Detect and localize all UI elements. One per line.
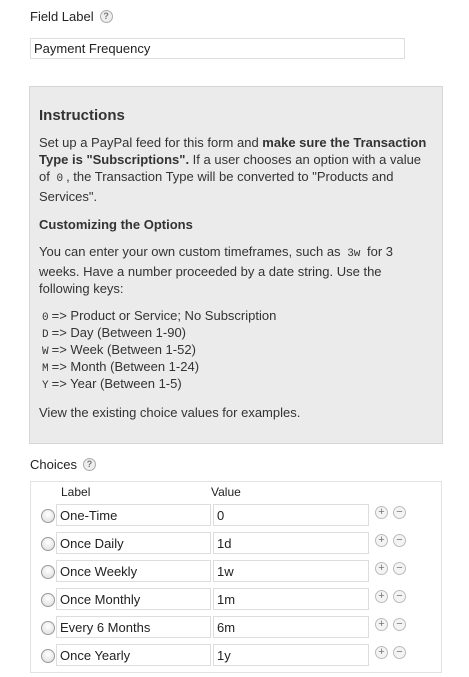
add-choice-icon[interactable]: + xyxy=(375,534,388,547)
instructions-text: You can enter your own custom timeframes… xyxy=(39,244,341,259)
code-3w: 3w xyxy=(347,248,361,260)
help-icon[interactable]: ? xyxy=(99,10,113,23)
choice-value-input[interactable]: 1y xyxy=(213,644,369,666)
key-desc: => Month (Between 1-24) xyxy=(51,359,200,374)
choice-label-input[interactable]: Once Yearly xyxy=(56,644,211,666)
key-desc: => Product or Service; No Subscription xyxy=(51,308,277,323)
code-zero: 0 xyxy=(56,173,64,185)
choice-row: Once Monthly 1m + − xyxy=(31,588,441,610)
instructions-paragraph-1: Set up a PayPal feed for this form and m… xyxy=(39,134,433,205)
choice-value-input[interactable]: 1w xyxy=(213,560,369,582)
key-code: 0 xyxy=(42,312,49,324)
instructions-text: , the Transaction Type will be converted… xyxy=(39,169,394,204)
add-choice-icon[interactable]: + xyxy=(375,646,388,659)
choices-title-row: Choices ? xyxy=(30,457,96,472)
remove-choice-icon[interactable]: − xyxy=(393,562,406,575)
instructions-panel: Instructions Set up a PayPal feed for th… xyxy=(29,86,443,444)
keys-list: 0 => Product or Service; No Subscription … xyxy=(39,307,433,392)
choices-box: Label Value One-Time 0 + − Once Daily 1d… xyxy=(30,481,442,673)
choice-value-input[interactable]: 6m xyxy=(213,616,369,638)
instructions-title: Instructions xyxy=(39,107,125,124)
choice-radio[interactable] xyxy=(41,565,55,579)
choice-label-input[interactable]: Every 6 Months xyxy=(56,616,211,638)
add-choice-icon[interactable]: + xyxy=(375,562,388,575)
instructions-paragraph-2: You can enter your own custom timeframes… xyxy=(39,243,433,297)
choice-label-input[interactable]: Once Monthly xyxy=(56,588,211,610)
add-choice-icon[interactable]: + xyxy=(375,590,388,603)
choices-title: Choices xyxy=(30,457,77,472)
field-label-input[interactable] xyxy=(30,38,405,59)
column-label-header: Label xyxy=(61,485,91,499)
remove-choice-icon[interactable]: − xyxy=(393,534,406,547)
choice-radio[interactable] xyxy=(41,649,55,663)
choice-label-input[interactable]: Once Weekly xyxy=(56,560,211,582)
choice-label-input[interactable]: One-Time xyxy=(56,504,211,526)
instructions-footer: View the existing choice values for exam… xyxy=(39,405,301,420)
column-value-header: Value xyxy=(211,485,241,499)
choice-radio[interactable] xyxy=(41,509,55,523)
key-item: W => Week (Between 1-52) xyxy=(39,341,433,358)
choice-radio[interactable] xyxy=(41,593,55,607)
choice-value-input[interactable]: 0 xyxy=(213,504,369,526)
add-choice-icon[interactable]: + xyxy=(375,506,388,519)
choice-row: Every 6 Months 6m + − xyxy=(31,616,441,638)
choice-row: One-Time 0 + − xyxy=(31,504,441,526)
key-code: D xyxy=(42,329,49,341)
choice-value-input[interactable]: 1m xyxy=(213,588,369,610)
choice-radio[interactable] xyxy=(41,621,55,635)
key-code: Y xyxy=(42,380,49,392)
choice-row: Once Weekly 1w + − xyxy=(31,560,441,582)
remove-choice-icon[interactable]: − xyxy=(393,618,406,631)
key-code: M xyxy=(42,363,49,375)
add-choice-icon[interactable]: + xyxy=(375,618,388,631)
choice-label-input[interactable]: Once Daily xyxy=(56,532,211,554)
remove-choice-icon[interactable]: − xyxy=(393,506,406,519)
key-item: D => Day (Between 1-90) xyxy=(39,324,433,341)
key-desc: => Week (Between 1-52) xyxy=(51,342,196,357)
customizing-title: Customizing the Options xyxy=(39,217,193,232)
instructions-text: Set up a PayPal feed for this form and xyxy=(39,135,263,150)
remove-choice-icon[interactable]: − xyxy=(393,646,406,659)
key-item: 0 => Product or Service; No Subscription xyxy=(39,307,433,324)
choice-row: Once Daily 1d + − xyxy=(31,532,441,554)
choice-row: Once Yearly 1y + − xyxy=(31,644,441,666)
field-label: Field Label xyxy=(30,9,94,24)
key-item: M => Month (Between 1-24) xyxy=(39,358,433,375)
key-code: W xyxy=(42,346,49,358)
remove-choice-icon[interactable]: − xyxy=(393,590,406,603)
choice-radio[interactable] xyxy=(41,537,55,551)
choice-value-input[interactable]: 1d xyxy=(213,532,369,554)
help-icon[interactable]: ? xyxy=(82,458,96,471)
key-desc: => Day (Between 1-90) xyxy=(51,325,187,340)
key-item: Y => Year (Between 1-5) xyxy=(39,375,433,392)
field-label-row: Field Label ? xyxy=(30,9,113,24)
key-desc: => Year (Between 1-5) xyxy=(51,376,182,391)
